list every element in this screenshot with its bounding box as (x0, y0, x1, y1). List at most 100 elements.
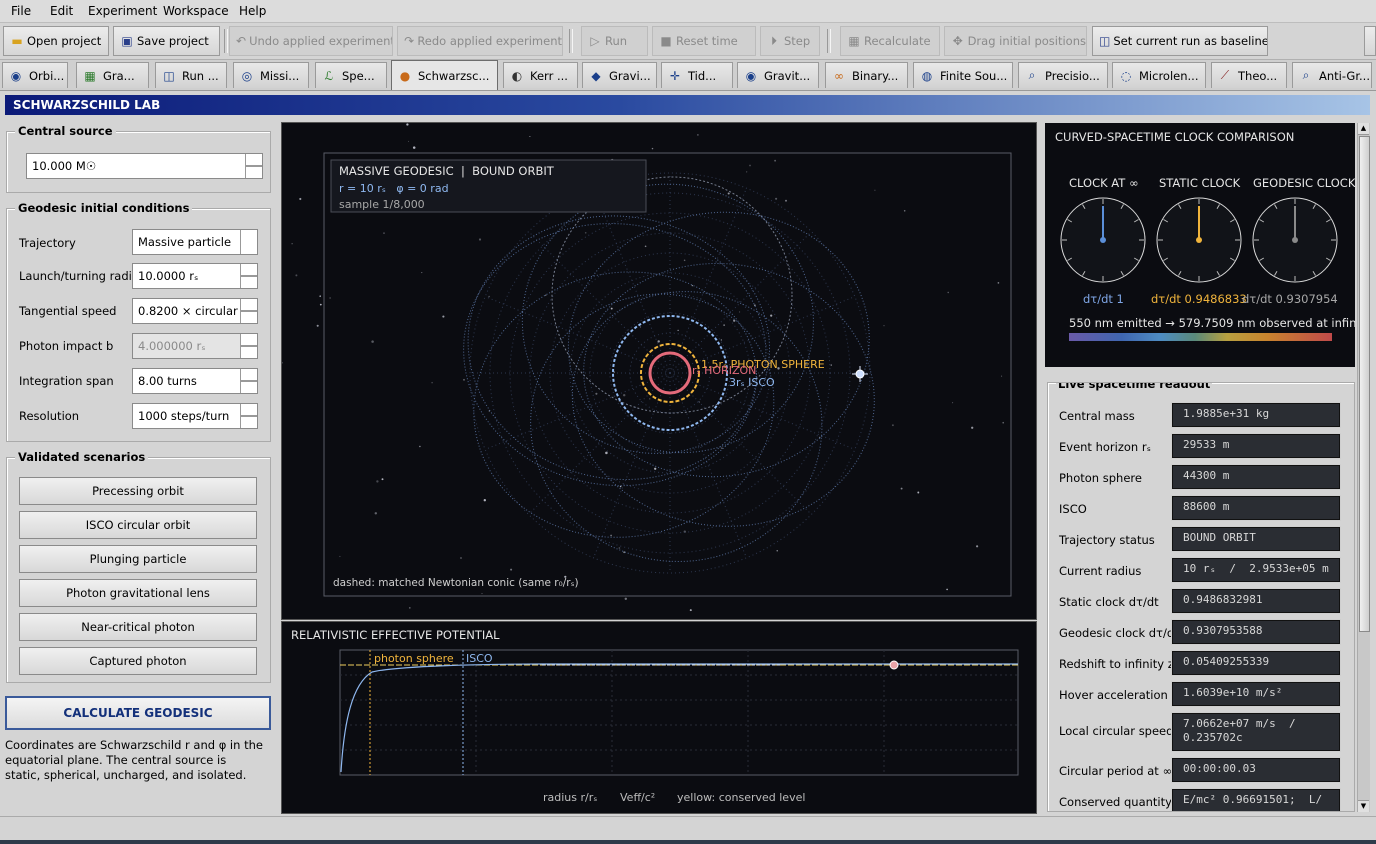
tab-label: Orbi... (29, 68, 65, 83)
trajectory-label: Trajectory (19, 236, 76, 250)
toolbar-separator (224, 29, 228, 53)
tangential-speed-spinbox[interactable]: 0.8200 × circular (132, 298, 258, 324)
spin-arrows[interactable] (240, 404, 257, 428)
plunging-particle-button[interactable]: Plunging particle (19, 545, 257, 573)
tab-gravitational-waves[interactable]: ◆ Gravi... (582, 62, 657, 88)
drag-initial-positions-button[interactable]: ✥ Drag initial positions (944, 26, 1087, 56)
tab-precision[interactable]: ⌕ Precisio... (1018, 62, 1108, 88)
tab-mission[interactable]: ◎ Missi... (233, 62, 309, 88)
folder-icon: ▬ (11, 34, 23, 48)
menu-file[interactable]: File (11, 4, 31, 18)
readout-value: 0.9307953588 (1172, 620, 1340, 644)
microlens-icon: ◌ (1120, 68, 1132, 83)
save-project-button[interactable]: ▣ Save project (113, 26, 220, 56)
precessing-orbit-button[interactable]: Precessing orbit (19, 477, 257, 505)
chart-icon: ⟋ (1220, 68, 1230, 82)
reset-time-button[interactable]: ■ Reset time (652, 26, 756, 56)
toolbar-overflow[interactable] (1364, 26, 1376, 56)
menu-workspace[interactable]: Workspace (163, 4, 229, 18)
tab-tidal[interactable]: ✛ Tid... (661, 62, 733, 88)
scroll-down-icon[interactable]: ▼ (1358, 800, 1369, 812)
tab-orbit[interactable]: ◉ Orbi... (2, 62, 68, 88)
readout-value: 88600 m (1172, 496, 1340, 520)
menu-help[interactable]: Help (239, 4, 266, 18)
redo-experiment-button[interactable]: ↷ Redo applied experiment (397, 26, 563, 56)
clock-infinity-rate: dτ/dt 1 (1083, 292, 1124, 306)
menu-edit[interactable]: Edit (50, 4, 73, 18)
set-baseline-button[interactable]: ◫ Set current run as baseline (1092, 26, 1268, 56)
step-button[interactable]: ⏵ Step (760, 26, 820, 56)
redo-icon: ↷ (404, 34, 415, 48)
potential-canvas[interactable]: RELATIVISTIC EFFECTIVE POTENTIAL photon … (282, 622, 1036, 813)
tab-microlensing[interactable]: ◌ Microlen... (1112, 62, 1206, 88)
tab-spectrum[interactable]: ℒ Spe... (315, 62, 387, 88)
orbit-canvas[interactable]: 1.5rₛ PHOTON SPHERE rₛ HORIZON 3rₛ ISCO … (281, 123, 1036, 619)
central-mass-spinbox[interactable]: 10.000 M☉ (26, 153, 263, 179)
tab-schwarzschild[interactable]: ● Schwarzsc... (391, 60, 498, 90)
tab-kerr[interactable]: ◐ Kerr ... (503, 62, 578, 88)
scroll-up-icon[interactable]: ▲ (1358, 123, 1369, 135)
clock-hub (1196, 237, 1202, 243)
recalculate-label: Recalculate (864, 34, 931, 48)
tab-theory[interactable]: ⟋ Theo... (1211, 62, 1287, 88)
scroll-thumb[interactable] (1359, 136, 1370, 632)
integration-span-spinbox[interactable]: 8.00 turns (132, 368, 258, 394)
orbit-params: r = 10 rₛ φ = 0 rad (339, 182, 449, 195)
effective-potential-panel[interactable]: RELATIVISTIC EFFECTIVE POTENTIAL photon … (281, 621, 1037, 814)
readout-label: Photon sphere (1059, 471, 1142, 485)
potential-grid (340, 650, 1018, 775)
geodesic-clock-rate: dτ/dt 0.9307954 (1242, 292, 1338, 306)
step-icon: ⏵ (770, 34, 777, 48)
mission-icon: ◎ (241, 68, 253, 83)
launch-radius-spinbox[interactable]: 10.0000 rₛ (132, 263, 258, 289)
photon-lens-button[interactable]: Photon gravitational lens (19, 579, 257, 607)
orbit-view-panel[interactable]: 1.5rₛ PHOTON SPHERE rₛ HORIZON 3rₛ ISCO … (281, 122, 1037, 620)
run-button[interactable]: ▷ Run (581, 26, 648, 56)
near-critical-photon-button[interactable]: Near-critical photon (19, 613, 257, 641)
undo-experiment-button[interactable]: ↶ Undo applied experiment (229, 26, 393, 56)
open-project-label: Open project (27, 34, 102, 48)
readout-label: Circular period at ∞ (1059, 764, 1173, 778)
spin-arrows[interactable] (240, 334, 257, 358)
open-project-button[interactable]: ▬ Open project (3, 26, 109, 56)
potential-title: RELATIVISTIC EFFECTIVE POTENTIAL (291, 628, 500, 642)
static-clock-label: STATIC CLOCK (1159, 176, 1241, 190)
captured-photon-button[interactable]: Captured photon (19, 647, 257, 675)
orbit-grid (469, 172, 871, 574)
recalculate-button[interactable]: ▦ Recalculate (840, 26, 940, 56)
photon-impact-value: 4.000000 rₛ (138, 339, 206, 353)
tab-gravitational-lensing[interactable]: ◉ Gravit... (737, 62, 819, 88)
spin-arrows[interactable] (245, 154, 262, 178)
resolution-value: 1000 steps/turn (138, 409, 230, 423)
tab-label: Binary... (852, 68, 899, 83)
potential-legend: yellow: conserved level (677, 791, 805, 804)
drag-label: Drag initial positions (967, 34, 1086, 48)
central-mass-value: 10.000 M☉ (32, 159, 97, 173)
photon-impact-spinbox[interactable]: 4.000000 rₛ (132, 333, 258, 359)
particle-marker[interactable] (852, 366, 868, 382)
spectrum-icon: ℒ (324, 68, 334, 83)
potential-xlabel: radius r/rₛ (543, 791, 597, 804)
right-scrollbar[interactable]: ▲ ▼ (1357, 123, 1370, 812)
source-icon: ◍ (921, 68, 933, 83)
readout-value: 0.05409255339 (1172, 651, 1340, 675)
trajectory-select[interactable]: Massive particle (132, 229, 258, 255)
tab-label: Microlen... (1139, 68, 1199, 83)
resolution-spinbox[interactable]: 1000 steps/turn (132, 403, 258, 429)
readout-value: 00:00:00.03 (1172, 758, 1340, 782)
tab-gravity[interactable]: ▦ Gra... (76, 62, 149, 88)
tab-finite-source[interactable]: ◍ Finite Sou... (913, 62, 1013, 88)
tab-anti-gravity[interactable]: ⌕ Anti-Gr... (1292, 62, 1372, 88)
tab-run[interactable]: ◫ Run ... (155, 62, 227, 88)
chevron-down-icon[interactable] (240, 230, 257, 254)
tab-binary[interactable]: ∞ Binary... (825, 62, 908, 88)
isco-circular-orbit-button[interactable]: ISCO circular orbit (19, 511, 257, 539)
spin-arrows[interactable] (240, 369, 257, 393)
calculate-geodesic-button[interactable]: CALCULATE GEODESIC (5, 696, 271, 730)
spin-arrows[interactable] (240, 264, 257, 288)
menu-experiment[interactable]: Experiment (88, 4, 157, 18)
readout-value: 10 rₛ / 2.9533e+05 m (1172, 558, 1340, 582)
redshift-text: 550 nm emitted → 579.7509 nm observed at… (1069, 316, 1355, 330)
isco-label: 3rₛ ISCO (729, 376, 775, 389)
spin-arrows[interactable] (240, 299, 257, 323)
